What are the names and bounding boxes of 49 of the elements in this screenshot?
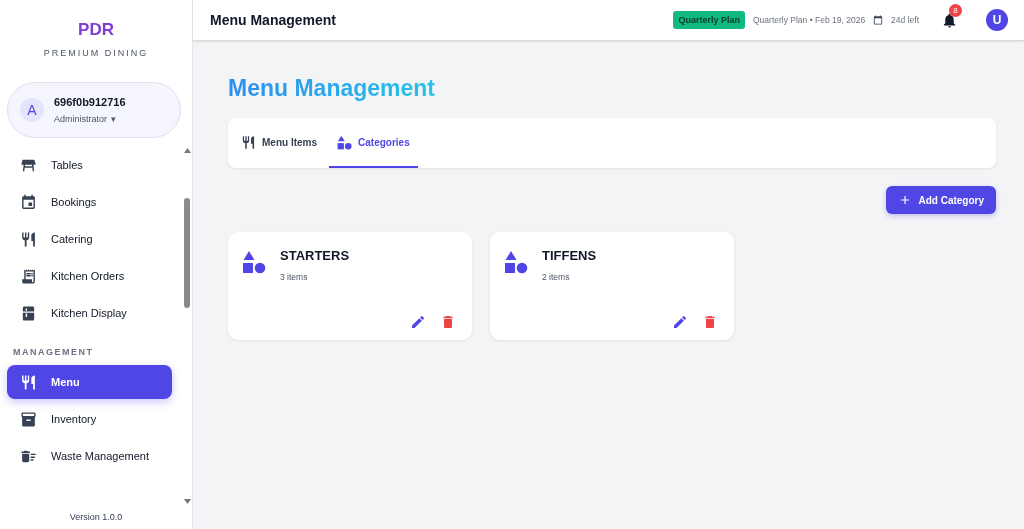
scroll-up-icon[interactable] [183, 148, 191, 153]
add-category-button[interactable]: Add Category [886, 186, 996, 214]
fork-knife-icon [241, 134, 256, 150]
cabinet-icon [20, 304, 37, 322]
logo-text: PDR [78, 20, 114, 40]
tab[interactable]: Categories [329, 118, 418, 168]
user-avatar[interactable]: U [986, 9, 1008, 31]
scroll-down-icon[interactable] [183, 499, 191, 504]
tab[interactable]: Menu Items [233, 118, 325, 168]
notification-icon[interactable] [941, 11, 958, 29]
nav-item[interactable]: Bookings [7, 185, 172, 219]
shapes-icon [504, 250, 528, 274]
nav-item[interactable]: Tables [7, 148, 172, 182]
scrollbar-thumb[interactable] [184, 198, 190, 308]
user-name: 696f0b912716 [54, 96, 126, 108]
edit-button[interactable] [672, 314, 688, 330]
fork-knife-icon [20, 230, 37, 248]
calendar-icon [20, 193, 37, 211]
item-count: 3 items [280, 272, 309, 282]
user-card[interactable]: A 696f0b912716 Administrator ▾ [7, 82, 181, 138]
notification-count: 8 [949, 3, 962, 17]
category-name: STARTERS [280, 248, 350, 263]
header-title: Menu Management [210, 12, 337, 28]
nav-item[interactable]: Inventory [7, 402, 172, 436]
shapes-icon [242, 250, 266, 274]
caret-icon[interactable]: ▾ [111, 114, 116, 124]
item-count: 2 items [542, 272, 571, 282]
nav-item[interactable]: Kitchen Orders [7, 259, 172, 293]
version-text: Version 1.0.0 [68, 511, 124, 524]
nav-item[interactable]: Kitchen Display [7, 296, 172, 330]
plan-info: Quarterly Plan • Feb 19, 2026 [753, 15, 866, 25]
receipt-icon [20, 267, 37, 285]
fork-knife-icon [20, 373, 37, 391]
calendar-icon [873, 15, 884, 25]
logo-tagline: PREMIUM DINING [43, 48, 149, 58]
delete-button[interactable] [440, 314, 456, 330]
shapes-icon [337, 134, 352, 150]
user-role: Administrator [54, 114, 107, 124]
user-avatar: A [20, 98, 44, 122]
days-left: 24d left [891, 15, 919, 25]
category-name: TIFFENS [542, 248, 597, 263]
edit-button[interactable] [410, 314, 426, 330]
delete-button[interactable] [702, 314, 718, 330]
archive-box-icon [20, 410, 37, 428]
section-heading: MANAGEMENT [12, 346, 95, 359]
plan-badge: Quarterly Plan [673, 11, 745, 29]
nav-item[interactable]: Waste Management [7, 439, 172, 473]
nav-item[interactable]: Menu [7, 365, 172, 399]
nav-item[interactable]: Catering [7, 222, 172, 256]
